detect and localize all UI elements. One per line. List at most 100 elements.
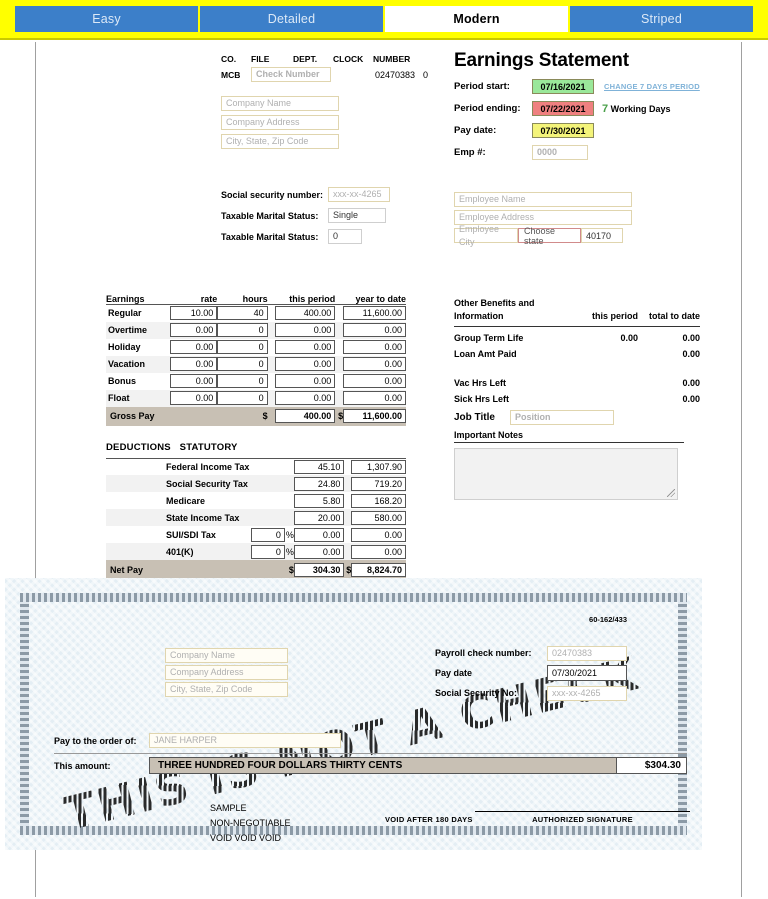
trailing-value: 0 [423, 69, 429, 80]
ssn-input[interactable]: xxx-xx-4265 [328, 187, 390, 202]
period-ending-row: Period ending: 07/22/2021 7 Working Days [454, 101, 744, 116]
earnings-ytd-input[interactable]: 0.00 [343, 374, 406, 388]
earnings-hours-input[interactable]: 0 [217, 323, 268, 337]
benefit-total: 0.00 [682, 394, 700, 404]
earnings-rate-input[interactable]: 0.00 [170, 357, 218, 371]
benefit-name: Vac Hrs Left [454, 378, 507, 388]
earnings-rate-input[interactable]: 0.00 [170, 374, 218, 388]
deduction-this-period-input[interactable]: 24.80 [293, 476, 345, 491]
deduction-pct-cell: 0 % [250, 543, 294, 560]
earnings-this-period-input[interactable]: 0.00 [275, 374, 336, 388]
check-ssn-label: Social Security No: [435, 688, 518, 698]
deduction-gap [251, 509, 294, 526]
earnings-this-period-input[interactable]: 0.00 [275, 357, 336, 371]
earnings-this-period-input[interactable]: 0.00 [275, 323, 336, 337]
earnings-row-name: Vacation [108, 359, 146, 369]
check-ssn-value[interactable]: xxx-xx-4265 [547, 685, 627, 701]
earnings-this-period-input[interactable]: 400.00 [275, 306, 336, 321]
deduction-ytd-input[interactable]: 0.00 [351, 544, 406, 559]
earnings-rate-input[interactable]: 0.00 [170, 340, 218, 354]
deduction-this-period-input[interactable]: 0.00 [293, 527, 345, 542]
tab-striped[interactable]: Striped [570, 6, 753, 32]
other-benefits-block: Other Benefits and Information this peri… [454, 298, 700, 427]
company-name-input[interactable]: Company Name [221, 96, 339, 111]
deduction-this-period-input[interactable]: 0.00 [293, 544, 345, 559]
company-city-input[interactable]: City, State, Zip Code [221, 134, 339, 149]
check-company-city-input[interactable]: City, State, Zip Code [165, 682, 288, 697]
period-ending-input[interactable]: 07/22/2021 [532, 101, 594, 116]
earnings-rate-input[interactable]: 10.00 [170, 306, 218, 321]
employee-city-input[interactable]: Employee City [454, 224, 518, 247]
earnings-ytd-input[interactable]: 0.00 [343, 391, 406, 405]
check-pay-date-value[interactable]: 07/30/2021 [547, 665, 627, 681]
deduction-ytd-input[interactable]: 1,307.90 [351, 459, 406, 474]
earnings-ytd-input[interactable]: 0.00 [343, 323, 406, 337]
earnings-hours-input[interactable]: 0 [217, 391, 268, 405]
deduction-this-period-input[interactable]: 20.00 [293, 510, 345, 525]
tab-detailed[interactable]: Detailed [200, 6, 383, 32]
earnings-gap [268, 390, 276, 407]
deduction-ytd-input[interactable]: 719.20 [351, 476, 406, 491]
earnings-rate-input[interactable]: 0.00 [170, 323, 218, 337]
company-address-input[interactable]: Company Address [221, 115, 339, 130]
earnings-ytd-input[interactable]: 0.00 [343, 340, 406, 354]
deduction-name: State Income Tax [166, 512, 240, 523]
other-benefits-rule [454, 326, 700, 327]
check-number-value[interactable]: 02470383 [547, 645, 627, 661]
earnings-ytd-input[interactable]: 11,600.00 [343, 306, 406, 321]
employee-zip-input[interactable]: 40170 [581, 228, 623, 243]
earnings-hours-input[interactable]: 0 [217, 340, 268, 354]
earnings-gap [335, 373, 343, 390]
sui-pct-input[interactable]: 0 [250, 527, 285, 542]
table-row: Social Security Tax 24.80 719.20 [106, 475, 406, 492]
earnings-this-period-input[interactable]: 0.00 [275, 340, 336, 354]
tab-modern[interactable]: Modern [385, 6, 568, 32]
earnings-this-period-input[interactable]: 0.00 [275, 391, 336, 405]
deduction-name: Social Security Tax [166, 478, 248, 489]
change-period-link[interactable]: CHANGE 7 DAYS PERIOD [604, 82, 700, 91]
employee-state-select[interactable]: Choose state [518, 226, 581, 246]
deduction-ytd-input[interactable]: 0.00 [351, 527, 406, 542]
earnings-rate-input[interactable]: 0.00 [170, 391, 218, 405]
period-start-input[interactable]: 07/16/2021 [532, 79, 594, 94]
job-title-input[interactable]: Position [510, 409, 614, 425]
col-file-label: FILE [251, 54, 270, 64]
net-pay-this-period: 304.30 [293, 562, 345, 577]
pay-date-input[interactable]: 07/30/2021 [532, 123, 594, 138]
deduction-this-period-input[interactable]: 5.80 [293, 493, 345, 508]
earnings-gap [268, 305, 276, 322]
list-item: Sick Hrs Left 0.00 [454, 391, 700, 407]
col-number-label: NUMBER [373, 54, 411, 64]
earnings-gap [335, 322, 343, 339]
deduction-gap [251, 458, 294, 475]
earnings-table: Earnings rate hours this period year to … [106, 294, 406, 426]
earnings-ytd-input[interactable]: 0.00 [343, 357, 406, 371]
employee-name-input[interactable]: Employee Name [454, 192, 632, 207]
important-notes-rule [454, 442, 684, 443]
gross-pay-label: Gross Pay [106, 406, 218, 426]
emp-number-input[interactable]: 0000 [532, 145, 588, 160]
earnings-gap [268, 373, 276, 390]
earnings-hours-input[interactable]: 0 [217, 357, 268, 371]
check-company-name-input[interactable]: Company Name [165, 648, 288, 663]
earnings-gap [268, 339, 276, 356]
allowances-input[interactable]: 0 [328, 229, 362, 244]
earnings-gap [335, 305, 343, 322]
important-notes-textarea[interactable] [454, 448, 678, 500]
pay-to-order-input[interactable]: JANE HARPER [149, 733, 341, 748]
company-address-group: Company Name Company Address City, State… [221, 96, 441, 149]
company-header-block: CO. FILE DEPT. CLOCK NUMBER MCB Check Nu… [221, 54, 441, 149]
deduction-this-period-input[interactable]: 45.10 [293, 459, 345, 474]
deduction-ytd-input[interactable]: 580.00 [351, 510, 406, 525]
deduction-ytd-input[interactable]: 168.20 [351, 493, 406, 508]
marital-status-select[interactable]: Single [328, 208, 386, 223]
check-company-address-input[interactable]: Company Address [165, 665, 288, 680]
signature-caption: AUTHORIZED SIGNATURE [532, 815, 633, 824]
check-number-input[interactable]: Check Number [251, 67, 331, 82]
earnings-hours-input[interactable]: 0 [217, 374, 268, 388]
earnings-gap [267, 406, 276, 426]
benefit-name: Loan Amt Paid [454, 349, 517, 359]
tab-easy[interactable]: Easy [15, 6, 198, 32]
k401-pct-input[interactable]: 0 [250, 544, 285, 559]
earnings-hours-input[interactable]: 40 [217, 306, 268, 321]
